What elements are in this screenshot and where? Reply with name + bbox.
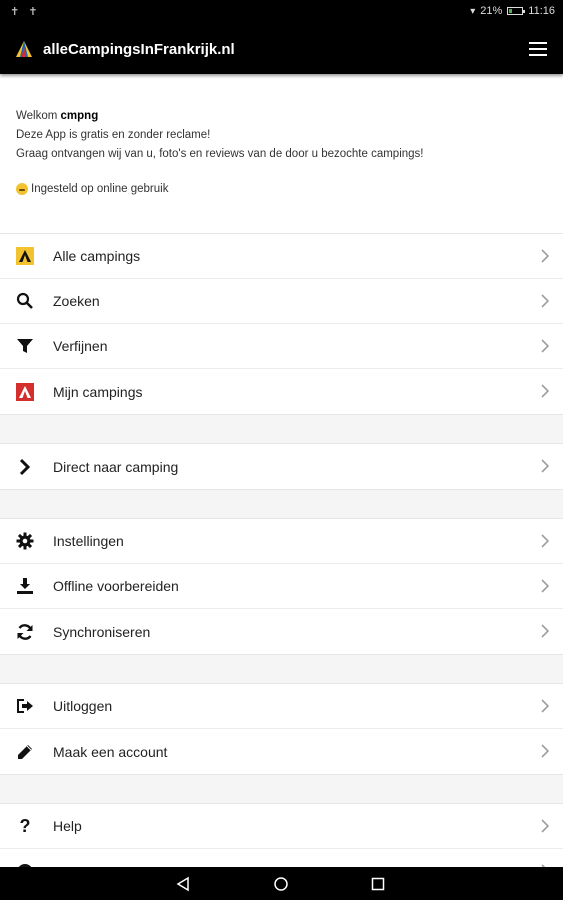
menu-item-alle-campings[interactable]: Alle campings [0, 234, 563, 279]
menu-item-direct-naar-camping[interactable]: Direct naar camping [0, 444, 563, 489]
hamburger-menu-icon[interactable] [529, 42, 547, 56]
app-bar: alleCampingsInFrankrijk.nl [0, 24, 563, 74]
chevron-right-icon [541, 459, 549, 473]
smiley-icon [16, 183, 28, 195]
menu-item-instellingen[interactable]: Instellingen [0, 519, 563, 564]
chevron-right-icon [541, 339, 549, 353]
menu-item-verfijnen[interactable]: Verfijnen [0, 324, 563, 369]
app-title: alleCampingsInFrankrijk.nl [43, 40, 235, 58]
clock: 11:16 [528, 5, 555, 17]
question-icon: ? [19, 815, 31, 836]
back-icon[interactable] [175, 876, 191, 892]
app-logo-icon [16, 41, 32, 57]
section-gap [0, 488, 563, 519]
chevron-right-icon [541, 699, 549, 713]
menu-item-synchroniseren[interactable]: Synchroniseren [0, 609, 563, 654]
section-gap [0, 652, 563, 683]
menu-item-uitloggen[interactable]: Uitloggen [0, 684, 563, 729]
menu-group-settings: Instellingen Offline voorbereiden Synchr… [0, 518, 563, 655]
filter-icon [16, 337, 34, 355]
download-icon [16, 577, 34, 595]
menu-group-main: Alle campings Zoeken Verfijnen Mijn camp… [0, 233, 563, 415]
username: cmpng [60, 110, 99, 122]
recents-icon[interactable] [370, 876, 386, 892]
menu-group-direct: Direct naar camping [0, 443, 563, 490]
notification-icons: ✝ ✝ [10, 6, 41, 18]
chevron-right-icon [541, 579, 549, 593]
online-status: Ingesteld op online gebruik [16, 183, 168, 195]
menu-group-account: Uitloggen Maak een account [0, 683, 563, 775]
wifi-icon: ▾ [470, 5, 476, 17]
home-icon[interactable] [273, 876, 289, 892]
status-right: ▾ 21% 11:16 [470, 5, 555, 17]
system-nav-bar [0, 867, 563, 900]
battery-icon [507, 7, 526, 15]
menu-item-help[interactable]: ? Help [0, 804, 563, 849]
reviews-line: Graag ontvangen wij van u, foto's en rev… [16, 148, 424, 160]
tent-red-icon [16, 382, 34, 401]
menu-item-maak-een-account[interactable]: Maak een account [0, 729, 563, 774]
welcome-line: Welkom cmpng [16, 110, 99, 122]
chevron-right-bold-icon [16, 458, 34, 476]
chevron-right-icon [541, 624, 549, 638]
free-app-line: Deze App is gratis en zonder reclame! [16, 129, 211, 141]
online-status-label: Ingesteld op online gebruik [31, 183, 169, 195]
chevron-right-icon [541, 294, 549, 308]
menu-item-offline-voorbereiden[interactable]: Offline voorbereiden [0, 564, 563, 609]
tent-yellow-icon [16, 247, 34, 265]
search-icon [16, 292, 34, 310]
chevron-right-icon [541, 534, 549, 548]
chevron-right-icon [541, 744, 549, 758]
sync-icon [16, 623, 34, 641]
gear-icon [16, 532, 34, 550]
status-bar: ✝ ✝ ▾ 21% 11:16 [0, 0, 563, 24]
section-gap [0, 772, 563, 803]
menu-item-zoeken[interactable]: Zoeken [0, 279, 563, 324]
welcome-text: Welkom cmpng Deze App is gratis en zonde… [16, 107, 547, 164]
logout-icon [16, 697, 34, 715]
section-gap [0, 413, 563, 444]
menu-item-mijn-campings[interactable]: Mijn campings [0, 369, 563, 414]
pencil-icon [16, 743, 34, 761]
chevron-right-icon [541, 384, 549, 398]
chevron-right-icon [541, 819, 549, 833]
chevron-right-icon [541, 249, 549, 263]
battery-percent: 21% [480, 5, 503, 17]
